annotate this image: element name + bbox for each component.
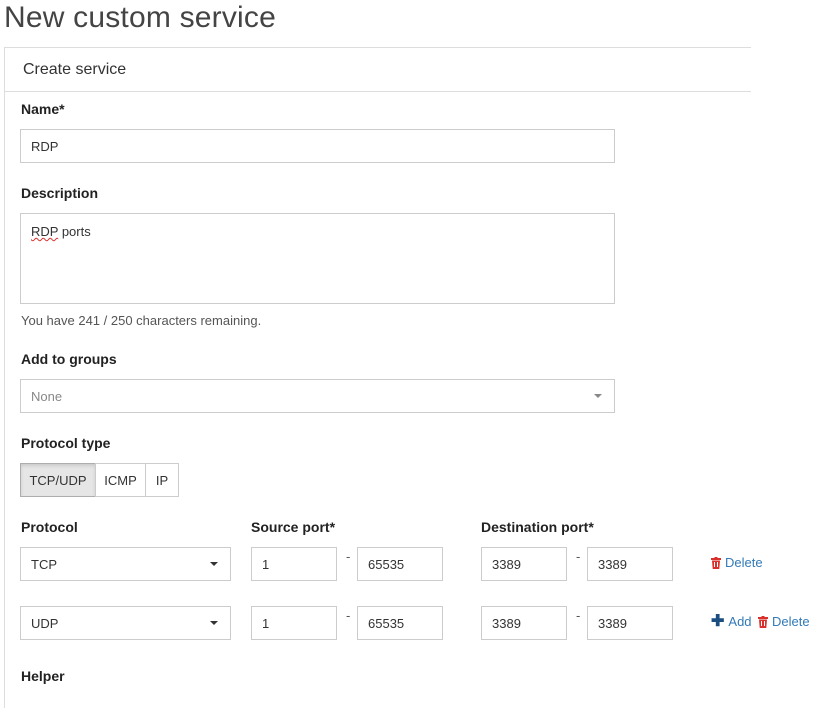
- caret-down-icon: [594, 394, 602, 398]
- destination-port-to-value: 3389: [598, 556, 627, 572]
- source-port-to-input[interactable]: 65535: [357, 606, 443, 640]
- groups-select[interactable]: None: [20, 379, 615, 413]
- protocol-select-value: TCP: [31, 556, 57, 572]
- range-separator: -: [346, 549, 351, 564]
- caret-down-icon: [210, 562, 218, 566]
- add-label: Add: [728, 614, 752, 629]
- range-separator: -: [346, 608, 351, 623]
- destination-port-to-value: 3389: [598, 615, 627, 631]
- helper-label: Helper: [21, 668, 65, 684]
- destination-port-from-input[interactable]: 3389: [481, 606, 567, 640]
- groups-select-value: None: [31, 388, 63, 404]
- misspelled-word: RDP: [31, 224, 59, 239]
- delete-row-button[interactable]: Delete: [711, 555, 763, 570]
- range-separator: -: [576, 549, 581, 564]
- protocol-column-header: Protocol: [21, 519, 78, 535]
- panel-title: Create service: [23, 61, 127, 78]
- range-separator: -: [576, 608, 581, 623]
- add-row-button[interactable]: ✚ Add: [711, 612, 752, 630]
- panel-header: Create service: [5, 48, 751, 92]
- destination-port-from-value: 3389: [492, 615, 521, 631]
- protocol-select[interactable]: TCP: [20, 547, 231, 581]
- source-port-to-input[interactable]: 65535: [357, 547, 443, 581]
- char-count-hint: You have 241 / 250 characters remaining.: [21, 313, 262, 328]
- protocol-type-label: Protocol type: [21, 435, 111, 451]
- protocol-type-ip[interactable]: IP: [145, 463, 179, 497]
- source-port-from-value: 1: [262, 615, 270, 631]
- destination-port-from-value: 3389: [492, 556, 521, 572]
- description-label: Description: [21, 185, 99, 201]
- destination-port-to-input[interactable]: 3389: [587, 547, 673, 581]
- trash-icon: [711, 556, 721, 569]
- groups-label: Add to groups: [21, 351, 117, 367]
- description-textarea[interactable]: RDP ports: [20, 213, 615, 304]
- destination-port-column-header: Destination port*: [481, 519, 594, 535]
- description-rest: ports: [58, 224, 91, 239]
- source-port-to-value: 65535: [368, 556, 405, 572]
- source-port-from-input[interactable]: 1: [251, 547, 337, 581]
- description-value: RDP ports: [31, 224, 91, 239]
- protocol-type-tcp-udp[interactable]: TCP/UDP: [20, 463, 96, 497]
- source-port-from-value: 1: [262, 556, 270, 572]
- protocol-type-toggle: TCP/UDP ICMP IP: [20, 463, 179, 497]
- delete-label: Delete: [725, 555, 763, 570]
- source-port-from-input[interactable]: 1: [251, 606, 337, 640]
- protocol-select[interactable]: UDP: [20, 606, 231, 640]
- delete-label: Delete: [772, 614, 810, 629]
- source-port-to-value: 65535: [368, 615, 405, 631]
- destination-port-from-input[interactable]: 3389: [481, 547, 567, 581]
- destination-port-to-input[interactable]: 3389: [587, 606, 673, 640]
- delete-row-button[interactable]: Delete: [758, 614, 810, 629]
- source-port-column-header: Source port*: [251, 519, 336, 535]
- protocol-select-value: UDP: [31, 615, 59, 631]
- caret-down-icon: [210, 621, 218, 625]
- protocol-type-icmp[interactable]: ICMP: [95, 463, 146, 497]
- name-label: Name*: [21, 101, 65, 117]
- name-input-value: RDP: [31, 138, 59, 154]
- plus-icon: ✚: [711, 612, 725, 630]
- name-input[interactable]: RDP: [20, 129, 615, 163]
- trash-icon: [758, 615, 768, 628]
- page-title: New custom service: [4, 1, 277, 34]
